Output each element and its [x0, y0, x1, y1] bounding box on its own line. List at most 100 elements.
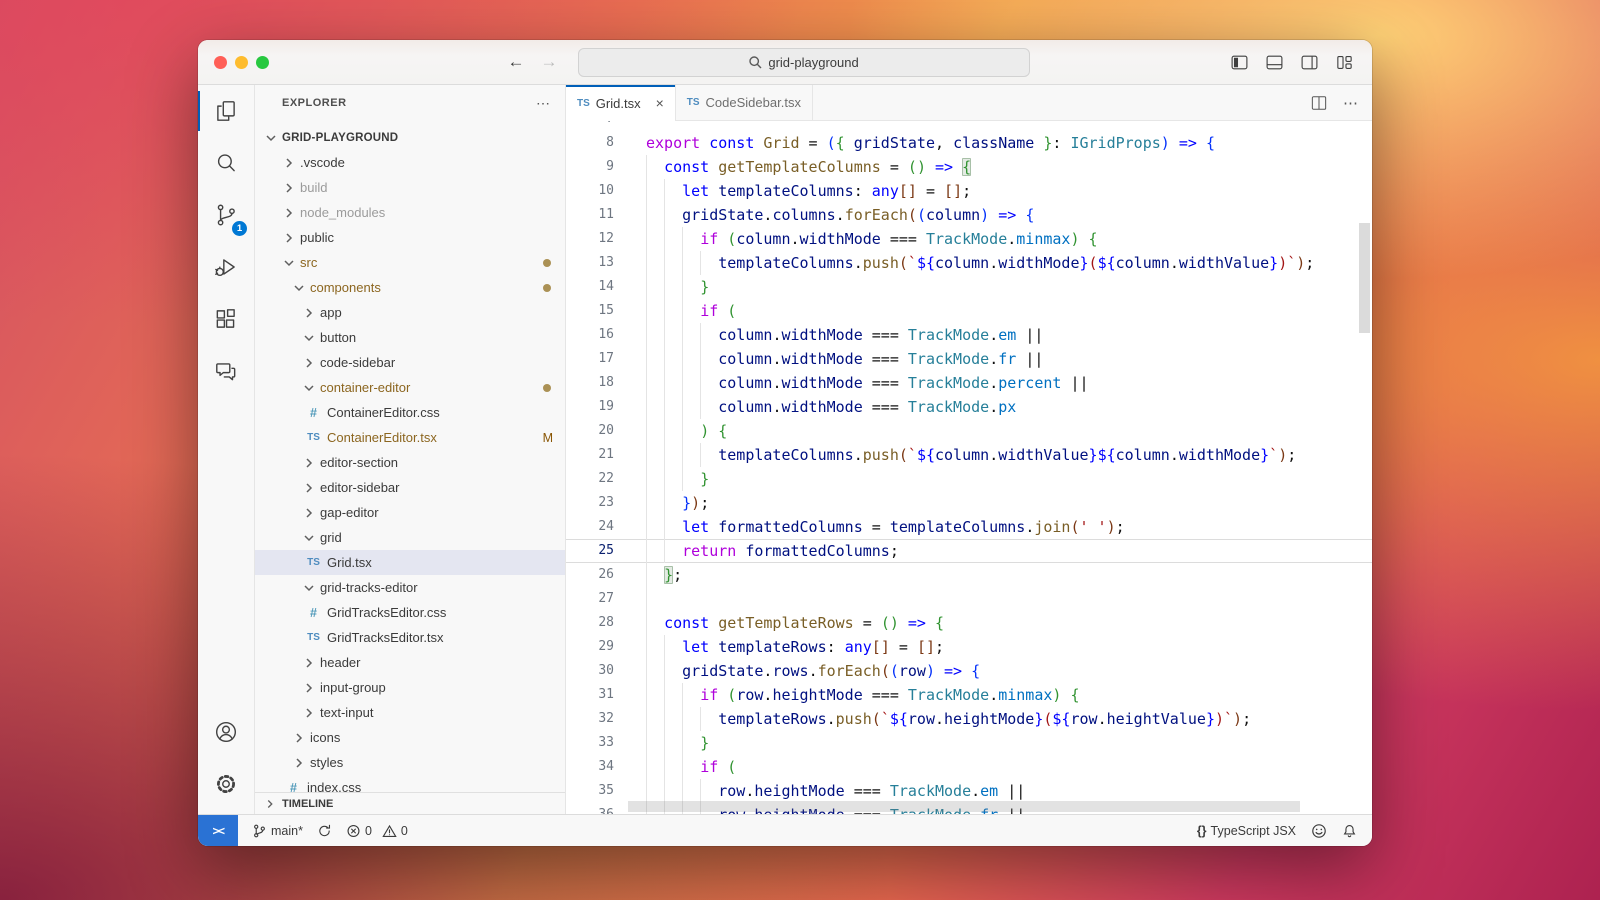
activity-search[interactable] — [202, 137, 250, 189]
tree-item-label: GridTracksEditor.css — [327, 605, 446, 620]
tree-item-icons[interactable]: icons — [255, 725, 565, 750]
tree-item-components[interactable]: components — [255, 275, 565, 300]
tree-item-label: node_modules — [300, 205, 385, 220]
tree-item-label: index.css — [307, 780, 361, 792]
split-editor-icon[interactable] — [1310, 94, 1328, 112]
maximize-window-button[interactable] — [256, 56, 269, 69]
tree-item-code-sidebar[interactable]: code-sidebar — [255, 350, 565, 375]
language-mode-status[interactable]: {} TypeScript JSX — [1197, 824, 1296, 838]
tree-item-label: icons — [310, 730, 340, 745]
tree-item-styles[interactable]: styles — [255, 750, 565, 775]
code-line-content: let templateRows: any[] = []; — [630, 635, 1372, 659]
tree-item-editor-section[interactable]: editor-section — [255, 450, 565, 475]
modified-dot-badge — [543, 259, 551, 267]
code-line-21: 21 templateColumns.push(`${column.widthV… — [566, 443, 1372, 467]
tree-item-label: editor-sidebar — [320, 480, 400, 495]
activity-extensions[interactable] — [202, 293, 250, 345]
tree-item-public[interactable]: public — [255, 225, 565, 250]
problems-status[interactable]: 0 0 — [346, 823, 408, 839]
tree-item-containereditor-tsx[interactable]: TSContainerEditor.tsxM — [255, 425, 565, 450]
tree-item-containereditor-css[interactable]: #ContainerEditor.css — [255, 400, 565, 425]
vertical-scrollbar[interactable] — [1359, 223, 1370, 333]
sync-status[interactable] — [317, 823, 332, 839]
code-editor[interactable]: 78export const Grid = ({ gridState, clas… — [566, 121, 1372, 814]
branch-status[interactable]: main* — [252, 823, 303, 839]
tab-bar: TS Grid.tsx × TS CodeSidebar.tsx ⋯ — [566, 85, 1372, 121]
explorer-more-actions-icon[interactable]: ⋯ — [536, 95, 551, 112]
chevron-right-icon — [301, 505, 317, 521]
activity-source-control[interactable]: 1 — [202, 189, 250, 241]
tree-item--vscode[interactable]: .vscode — [255, 150, 565, 175]
tree-item-gap-editor[interactable]: gap-editor — [255, 500, 565, 525]
code-line-23: 23 }); — [566, 491, 1372, 515]
feedback-smiley-icon[interactable] — [1311, 823, 1327, 839]
chevron-down-icon — [301, 330, 317, 346]
tree-item-button[interactable]: button — [255, 325, 565, 350]
tree-item-gridtrackseditor-css[interactable]: #GridTracksEditor.css — [255, 600, 565, 625]
typescript-file-icon: TS — [577, 98, 590, 109]
customize-layout-icon[interactable] — [1335, 54, 1354, 71]
code-line-content: if ( — [630, 299, 1372, 323]
tree-item-container-editor[interactable]: container-editor — [255, 375, 565, 400]
code-line-content: column.widthMode === TrackMode.fr || — [630, 347, 1372, 371]
timeline-section[interactable]: TIMELINE — [255, 792, 565, 814]
code-line-24: 24 let formattedColumns = templateColumn… — [566, 515, 1372, 539]
line-number: 20 — [566, 419, 614, 443]
tree-item-node-modules[interactable]: node_modules — [255, 200, 565, 225]
activity-comments[interactable] — [202, 345, 250, 397]
tree-item-index-css[interactable]: #index.css — [255, 775, 565, 792]
command-center-search[interactable]: grid-playground — [578, 48, 1030, 77]
close-tab-icon[interactable]: × — [656, 95, 664, 111]
account-button[interactable] — [202, 706, 250, 758]
tree-item-grid-playground[interactable]: GRID-PLAYGROUND — [255, 125, 565, 150]
tree-item-editor-sidebar[interactable]: editor-sidebar — [255, 475, 565, 500]
code-line-33: 33 } — [566, 731, 1372, 755]
toggle-secondary-sidebar-icon[interactable] — [1300, 54, 1319, 71]
line-number: 8 — [566, 131, 614, 155]
activity-run-debug[interactable] — [202, 241, 250, 293]
code-line-content — [630, 121, 1372, 131]
code-line-content: return formattedColumns; — [630, 539, 1372, 563]
tab-codesidebar-tsx[interactable]: TS CodeSidebar.tsx — [676, 85, 813, 120]
activity-bar: 1 — [198, 85, 255, 814]
close-window-button[interactable] — [214, 56, 227, 69]
error-count: 0 — [365, 824, 372, 838]
layout-controls — [1230, 54, 1372, 71]
line-number: 32 — [566, 707, 614, 731]
activity-explorer[interactable] — [202, 85, 250, 137]
tab-grid-tsx[interactable]: TS Grid.tsx × — [566, 85, 676, 121]
settings-button[interactable] — [202, 758, 250, 810]
code-line-29: 29 let templateRows: any[] = []; — [566, 635, 1372, 659]
code-line-content: let formattedColumns = templateColumns.j… — [630, 515, 1372, 539]
tree-item-src[interactable]: src — [255, 250, 565, 275]
editor-more-actions-icon[interactable]: ⋯ — [1343, 94, 1359, 112]
git-branch-icon — [252, 823, 267, 839]
tree-item-header[interactable]: header — [255, 650, 565, 675]
tree-item-grid[interactable]: grid — [255, 525, 565, 550]
horizontal-scrollbar[interactable] — [628, 801, 1300, 812]
tree-item-input-group[interactable]: input-group — [255, 675, 565, 700]
tree-item-build[interactable]: build — [255, 175, 565, 200]
code-line-25: 25 return formattedColumns; — [566, 539, 1372, 563]
chevron-down-icon — [263, 130, 279, 146]
history-back-button[interactable]: ← — [500, 52, 533, 72]
minimize-window-button[interactable] — [235, 56, 248, 69]
tree-item-gridtrackseditor-tsx[interactable]: TSGridTracksEditor.tsx — [255, 625, 565, 650]
toggle-primary-sidebar-icon[interactable] — [1230, 54, 1249, 71]
tree-item-text-input[interactable]: text-input — [255, 700, 565, 725]
tree-item-label: app — [320, 305, 342, 320]
history-forward-button[interactable]: → — [533, 52, 566, 72]
chevron-down-icon — [281, 255, 297, 271]
toggle-panel-icon[interactable] — [1265, 54, 1284, 71]
remote-indicator[interactable]: >< — [198, 815, 238, 846]
workbench: 1 — [198, 85, 1372, 814]
code-line-14: 14 } — [566, 275, 1372, 299]
notifications-bell-icon[interactable] — [1342, 823, 1357, 839]
tree-item-app[interactable]: app — [255, 300, 565, 325]
tree-item-grid-tracks-editor[interactable]: grid-tracks-editor — [255, 575, 565, 600]
code-line-content: ) { — [630, 419, 1372, 443]
code-line-22: 22 } — [566, 467, 1372, 491]
code-line-content: if (column.widthMode === TrackMode.minma… — [630, 227, 1372, 251]
tree-item-grid-tsx[interactable]: TSGrid.tsx — [255, 550, 565, 575]
chevron-right-icon — [301, 480, 317, 496]
